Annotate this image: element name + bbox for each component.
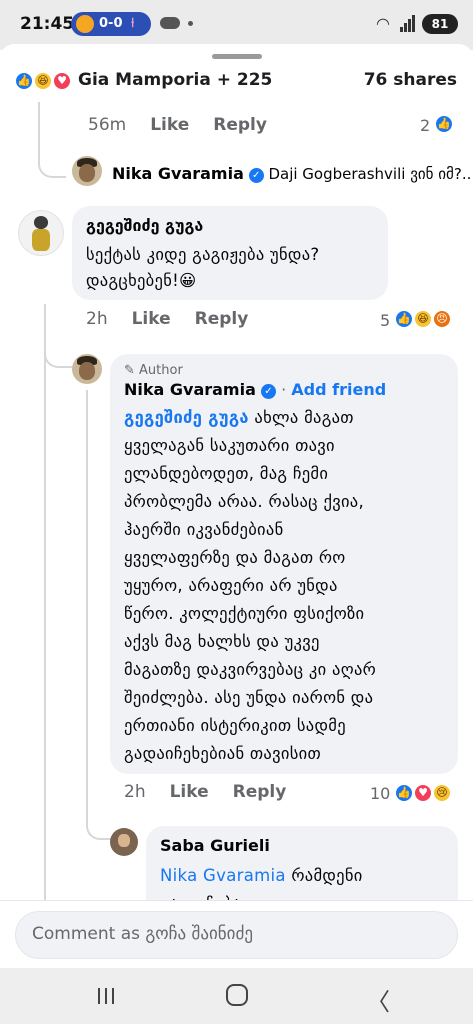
reply-author[interactable]: Nika Gvaramia bbox=[112, 164, 244, 183]
comment-input[interactable]: Comment as გოჩა შაინიძე bbox=[15, 911, 458, 959]
reactors-names[interactable]: Gia Mamporia + 225 bbox=[78, 70, 272, 90]
comment-author[interactable]: Nika Gvaramia bbox=[124, 380, 256, 399]
comment-bubble[interactable]: გეგეშიძე გუგა სექტას კიდე გაგიჟება უნდა?… bbox=[72, 206, 388, 300]
comment-line: ყველაგან საკუთარი თავი bbox=[124, 436, 335, 455]
verified-icon: ✓ bbox=[260, 384, 276, 399]
like-reaction-icon: 👍 bbox=[394, 783, 414, 803]
battery-icon: 81 bbox=[422, 14, 458, 34]
avatar[interactable] bbox=[72, 354, 102, 384]
reaction-count[interactable]: 2 bbox=[420, 116, 430, 135]
avatar[interactable] bbox=[72, 156, 102, 186]
battery-level: 81 bbox=[431, 17, 449, 31]
drag-handle[interactable] bbox=[212, 54, 262, 59]
comment-header: Nika Gvaramia ✓ · Add friend bbox=[124, 380, 387, 399]
avatar[interactable] bbox=[110, 828, 138, 856]
reaction-count[interactable]: 10 bbox=[370, 784, 390, 803]
comment-line: უყურო, არაფერი არ უნდა bbox=[124, 576, 338, 595]
comment-author[interactable]: Saba Gurieli bbox=[160, 836, 270, 855]
love-reaction-icon: ♥ bbox=[413, 783, 433, 803]
back-icon[interactable]: 〈 bbox=[366, 982, 390, 1017]
status-time: 21:45 bbox=[20, 14, 75, 34]
live-score: 0-0 bbox=[99, 16, 123, 31]
comment-text: სექტას კიდე გაგიჟება უნდა? დაგცხებენ!😀 bbox=[86, 242, 319, 294]
angry-reaction-icon: 😠 bbox=[432, 309, 452, 329]
reply-button[interactable]: Reply bbox=[233, 782, 287, 802]
like-button[interactable]: Like bbox=[132, 309, 171, 329]
mention-link[interactable]: გეგეშიძე გუგა bbox=[124, 408, 249, 427]
recents-icon[interactable] bbox=[96, 986, 116, 1006]
comments-sheet: 👍 😆 ♥ Gia Mamporia + 225 76 shares 56m Li… bbox=[0, 44, 473, 969]
comment-line: გადაიჩეხებიან თავისით bbox=[124, 744, 321, 763]
avatar-body bbox=[32, 228, 50, 251]
comment-composer: Comment as გოჩა შაინიძე bbox=[0, 900, 473, 968]
haha-reaction-icon: 😆 bbox=[413, 309, 433, 329]
reply-button[interactable]: Reply bbox=[195, 309, 249, 329]
comment-actions: 2h Like Reply bbox=[86, 309, 272, 329]
verified-icon: ✓ bbox=[248, 168, 264, 183]
avatar-face bbox=[78, 361, 96, 380]
thread-connector bbox=[86, 390, 112, 840]
comment-text: Nika Gvaramia რამდენი bbox=[160, 862, 363, 890]
like-button[interactable]: Like bbox=[150, 115, 189, 135]
comment-bubble[interactable]: ✎ Author Nika Gvaramia ✓ · Add friend გე… bbox=[110, 354, 458, 774]
team-logo-icon bbox=[76, 15, 94, 33]
comment-line: მაგათზე დაკვირვებაც კი აღარ bbox=[124, 660, 377, 679]
avatar-face bbox=[78, 163, 96, 182]
avatar[interactable] bbox=[18, 210, 64, 256]
system-nav-bar: 〈 bbox=[0, 968, 473, 1024]
author-badge: ✎ Author bbox=[124, 363, 183, 378]
reply-preview-text: Daji Gogberashvili ვინ იმ?... bbox=[268, 165, 473, 183]
comment-time: 2h bbox=[124, 782, 146, 802]
avatar-face bbox=[118, 834, 130, 847]
reactions-summary[interactable]: 👍 😆 ♥ Gia Mamporia + 225 76 shares bbox=[0, 66, 473, 104]
notification-dot-icon bbox=[188, 21, 193, 26]
comment-line: ახლა მაგათ bbox=[254, 408, 354, 427]
live-score-pill[interactable]: 0-0 ⍿ bbox=[71, 12, 151, 36]
thread-connector bbox=[44, 304, 72, 368]
comment-author[interactable]: გეგეშიძე გუგა bbox=[86, 216, 203, 235]
add-friend-link[interactable]: Add friend bbox=[291, 380, 386, 399]
thread-connector bbox=[38, 102, 66, 178]
comment-line: წერო. კოლექტიური ფსიქოზი bbox=[124, 604, 365, 623]
status-bar: 21:45 0-0 ⍿ ◠ 81 bbox=[0, 0, 473, 50]
comment-text: გეგეშიძე გუგა ახლა მაგათ ყველაგან საკუთა… bbox=[124, 404, 454, 768]
haha-reaction-icon: 😆 bbox=[33, 71, 53, 91]
comment-line: რამდენი bbox=[291, 866, 363, 885]
home-icon[interactable] bbox=[226, 984, 248, 1006]
signal-icon bbox=[400, 14, 416, 32]
comment-line: ჰაერში იკვანძებიან bbox=[124, 520, 284, 539]
mention-link[interactable]: Nika Gvaramia bbox=[160, 866, 286, 885]
avatar-head bbox=[33, 216, 49, 230]
comment-actions: 56m Like Reply bbox=[88, 115, 291, 135]
like-reaction-icon: 👍 bbox=[394, 309, 414, 329]
sad-reaction-icon: 😢 bbox=[432, 783, 452, 803]
like-reaction-icon: 👍 bbox=[434, 114, 454, 134]
pin-icon: ⍿ bbox=[131, 16, 135, 31]
comment-line: დაგცხებენ!😀 bbox=[86, 271, 197, 290]
comment-actions: 2h Like Reply bbox=[124, 782, 310, 802]
comment-time: 56m bbox=[88, 115, 127, 135]
cloud-icon bbox=[160, 17, 180, 29]
comment-line: ყველაფერზე და მაგათ რო bbox=[124, 548, 346, 567]
author-badge-label: Author bbox=[139, 363, 183, 378]
comment-line: შეიძლება. ასე უნდა იარონ და bbox=[124, 688, 374, 707]
reaction-count[interactable]: 5 bbox=[380, 311, 390, 330]
comment-line: აქვს მაგ ხალხს და უკვე bbox=[124, 632, 320, 651]
comment-line: სექტას კიდე გაგიჟება უნდა? bbox=[86, 245, 320, 264]
reply-preview[interactable]: Nika Gvaramia ✓ Daji Gogberashvili ვინ ი… bbox=[112, 164, 473, 183]
love-reaction-icon: ♥ bbox=[52, 71, 72, 91]
comment-line: პრობლემა არაა. რასაც ქვია, bbox=[124, 492, 365, 511]
comment-line: ელანდებოდეთ, მაგ ჩემი bbox=[124, 464, 329, 483]
comment-time: 2h bbox=[86, 309, 108, 329]
reply-button[interactable]: Reply bbox=[213, 115, 267, 135]
comment-line: ერთიანი ისტერიკით სადმე bbox=[124, 716, 346, 735]
like-button[interactable]: Like bbox=[170, 782, 209, 802]
like-reaction-icon: 👍 bbox=[14, 71, 34, 91]
thread-line bbox=[44, 304, 46, 969]
shares-count[interactable]: 76 shares bbox=[364, 70, 457, 90]
wifi-icon: ◠ bbox=[376, 14, 390, 33]
